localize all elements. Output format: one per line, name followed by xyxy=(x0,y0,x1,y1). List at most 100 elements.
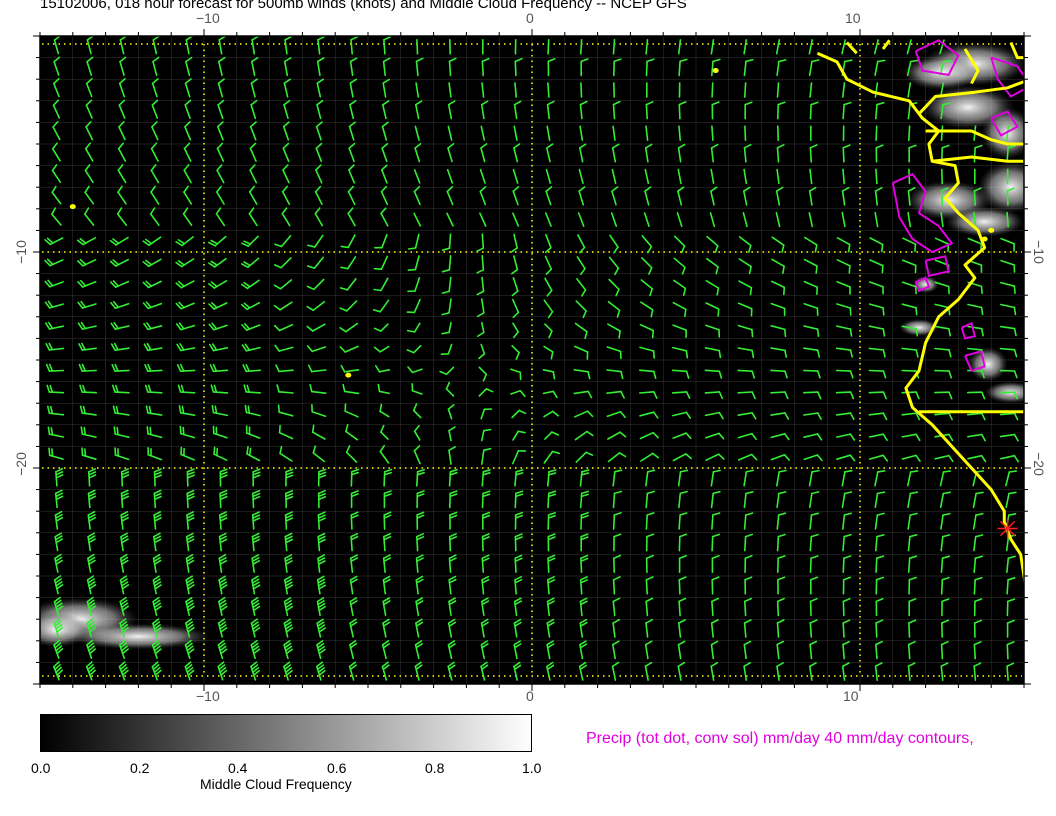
colorbar-tick: 0.4 xyxy=(228,760,248,776)
wind-barb-feather xyxy=(782,286,786,296)
wind-barb-feather xyxy=(244,404,248,414)
wind-barb-feather xyxy=(47,426,51,436)
wind-barb-feather xyxy=(211,404,215,414)
wind-barb-feather xyxy=(277,404,281,414)
wind-barb-staff xyxy=(547,82,550,98)
wind-barb-staff xyxy=(940,643,944,660)
wind-barb-feather xyxy=(815,265,818,274)
wind-barb-staff xyxy=(1006,643,1009,660)
colorbar-tick: 1.0 xyxy=(522,760,542,776)
wind-barb-feather xyxy=(882,307,885,316)
wind-barb-staff xyxy=(809,147,813,163)
wind-barb-feather xyxy=(213,446,216,456)
wind-barb-staff xyxy=(842,147,845,163)
wind-barb-staff xyxy=(776,600,780,617)
wind-barb-feather xyxy=(246,446,249,455)
wind-barb-staff xyxy=(1006,578,1009,595)
wind-barb-feather xyxy=(179,425,182,435)
wind-barb-feather xyxy=(876,59,886,63)
lon-top-label: −10 xyxy=(196,10,220,26)
wind-barb-staff xyxy=(645,103,649,120)
wind-barb-feather xyxy=(48,447,51,457)
wind-barb-staff xyxy=(776,82,780,98)
wind-barb-staff xyxy=(744,125,747,141)
wind-barb-staff xyxy=(802,369,819,372)
wind-barb-staff xyxy=(711,600,714,617)
wind-barb-feather xyxy=(717,308,720,317)
wind-barb-feather xyxy=(847,243,851,253)
wind-barb-feather xyxy=(683,308,687,318)
wind-barb-feather xyxy=(216,447,219,457)
wind-barb-staff xyxy=(835,369,852,372)
wind-barb-staff xyxy=(770,391,786,394)
wind-barb-feather xyxy=(182,426,185,436)
wind-barb-staff xyxy=(147,391,163,394)
wind-barb-staff xyxy=(868,369,885,372)
wind-barb-staff xyxy=(940,578,944,595)
wind-barb-staff xyxy=(743,535,747,552)
wind-barb-feather xyxy=(816,328,820,338)
wind-barb-feather xyxy=(909,59,919,63)
wind-barb-feather xyxy=(882,328,886,337)
wind-barb-staff xyxy=(835,391,852,394)
wind-barb-staff xyxy=(711,82,714,98)
colorbar-tick: 0.2 xyxy=(130,760,150,776)
wind-barb-feather xyxy=(248,447,252,457)
wind-barb-staff xyxy=(612,103,616,120)
wind-barb-staff xyxy=(901,391,918,394)
wind-barb-staff xyxy=(514,492,517,509)
wind-barb-staff xyxy=(212,391,229,394)
wind-barb-feather xyxy=(975,491,984,495)
wind-barb-staff xyxy=(481,470,485,487)
wind-barb-staff xyxy=(901,369,918,372)
wind-barb-feather xyxy=(146,426,149,435)
wind-barb-staff xyxy=(579,492,583,509)
cloud-patch xyxy=(968,347,1008,382)
wind-barb-staff xyxy=(842,103,845,120)
wind-barb-feather xyxy=(1008,470,1018,473)
wind-barb-feather xyxy=(1013,285,1016,295)
wind-barb-feather xyxy=(849,307,852,316)
wind-barb-staff xyxy=(802,391,819,394)
wind-barb-staff xyxy=(547,492,550,509)
wind-barb-feather xyxy=(247,405,251,414)
wind-barb-staff xyxy=(704,391,721,394)
wind-barb-staff xyxy=(678,578,681,595)
wind-barb-staff xyxy=(514,60,517,77)
wind-barb-staff xyxy=(481,492,484,509)
wind-barb-feather xyxy=(980,285,983,295)
wind-barb-staff xyxy=(875,622,878,638)
wind-barb-staff xyxy=(940,557,944,574)
wind-barb-staff xyxy=(776,622,780,638)
wind-barb-feather xyxy=(749,286,753,296)
wind-barb-feather xyxy=(373,288,382,292)
wind-barb-staff xyxy=(579,38,583,55)
lat-right-label: −20 xyxy=(1030,452,1047,476)
colorbar-label: Middle Cloud Frequency xyxy=(200,776,352,792)
wind-barb-feather xyxy=(942,470,952,473)
wind-barb-feather xyxy=(848,264,851,274)
lon-top-label: 0 xyxy=(526,10,534,26)
colorbar-tick: 0.0 xyxy=(31,760,51,776)
island xyxy=(69,204,76,210)
wind-barb-staff xyxy=(809,103,812,120)
station-marker xyxy=(997,518,1018,539)
wind-barb-staff xyxy=(645,514,649,530)
wind-barb-staff xyxy=(1006,147,1009,163)
wind-barb-feather xyxy=(84,448,87,457)
wind-barb-feather xyxy=(1013,306,1017,316)
wind-barb-staff xyxy=(612,514,616,530)
lon-bottom-label: −10 xyxy=(196,688,220,704)
wind-barb-staff xyxy=(448,470,452,487)
wind-barb-staff xyxy=(547,38,550,55)
lat-left-label: −20 xyxy=(12,452,29,476)
wind-barb-staff xyxy=(809,622,813,638)
wind-barb-feather xyxy=(751,328,754,338)
wind-barb-feather xyxy=(407,247,417,250)
wind-barb-feather xyxy=(718,349,722,359)
wind-barb-feather xyxy=(942,59,952,63)
wind-barb-staff xyxy=(678,60,681,77)
wind-barb-feather xyxy=(915,306,918,316)
wind-barb-staff xyxy=(704,369,721,373)
wind-barb-feather xyxy=(876,469,886,473)
